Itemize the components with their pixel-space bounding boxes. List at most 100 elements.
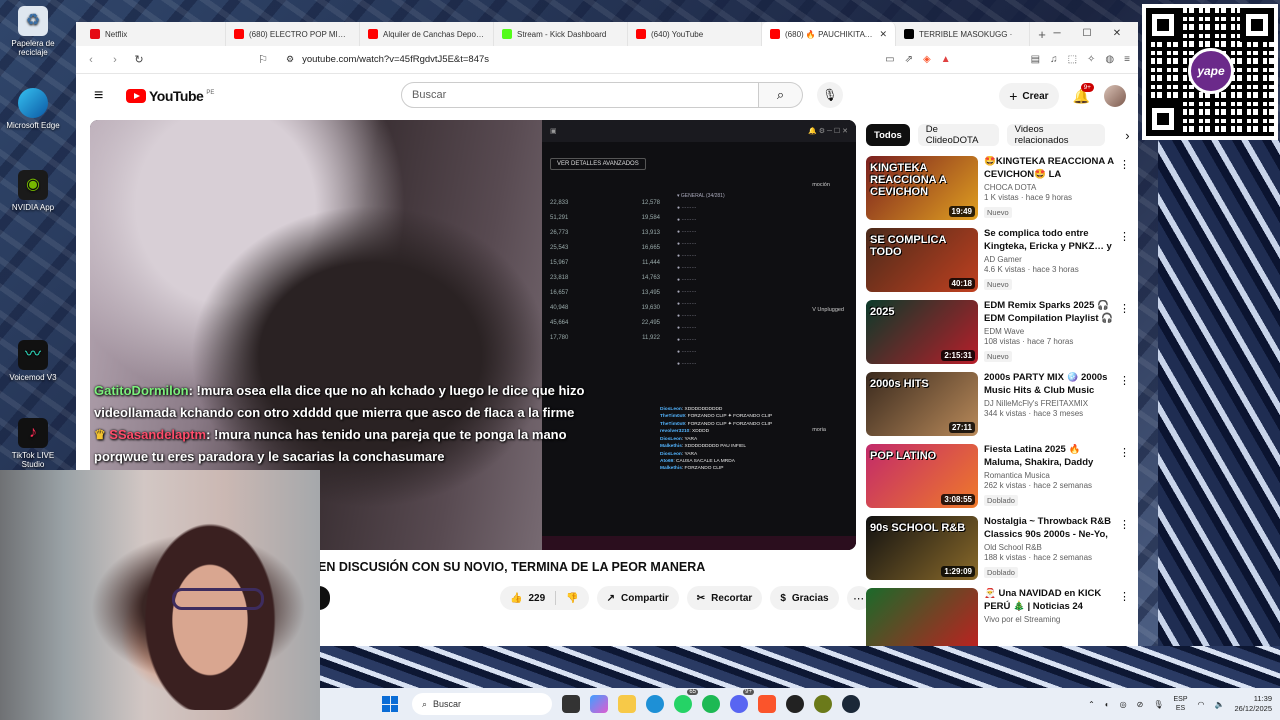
more-vertical-icon[interactable]: ⋮	[1119, 446, 1130, 459]
task-view-icon[interactable]	[562, 695, 580, 713]
desktop-icon-edge[interactable]: Microsoft Edge	[2, 88, 64, 130]
video-thumbnail[interactable]: 90s SCHOOL R&B 1:29:09	[866, 516, 978, 580]
recommendation-title[interactable]: Fiesta Latina 2025 🔥 Maluma, Shakira, Da…	[984, 444, 1118, 469]
chevron-up-icon[interactable]: ⌃	[1088, 700, 1095, 709]
recommendation-item[interactable]: POP LATINO 3:08:55 Fiesta Latina 2025 🔥 Ma…	[866, 444, 1130, 516]
browser-tab-active[interactable]: (680) 🔥 PAUCHIKITA Fl… ✕	[762, 22, 896, 46]
clip-button[interactable]: ✂ Recortar	[686, 586, 763, 610]
close-tab-icon[interactable]: ✕	[879, 29, 887, 40]
recommendation-title[interactable]: Nostalgia ~ Throwback R&B Classics 90s 2…	[984, 516, 1118, 541]
cast-icon[interactable]: ▭	[885, 54, 894, 65]
discord-icon[interactable]: 9+	[730, 689, 754, 713]
video-thumbnail[interactable]: KINGTEKA REACCIONA A CEVICHON 19:49	[866, 156, 978, 220]
back-icon[interactable]: ‹	[84, 54, 98, 66]
like-button[interactable]: 👍 229 👎	[500, 586, 589, 610]
create-button[interactable]: + Crear	[999, 83, 1059, 109]
whatsapp-icon[interactable]: 65	[674, 689, 698, 713]
site-info-icon[interactable]: ⚙	[286, 54, 294, 65]
chip-channel[interactable]: De ClideoDOTA	[917, 124, 999, 146]
rewards-icon[interactable]: ▲	[941, 54, 951, 65]
more-vertical-icon[interactable]: ⋮	[1119, 590, 1130, 603]
recommendation-channel[interactable]: CHOCA DOTA	[984, 183, 1118, 192]
forward-icon[interactable]: ›	[108, 54, 122, 66]
thumbs-down-icon[interactable]: 👎	[566, 593, 578, 604]
voice-search-button[interactable]: 🎙	[817, 82, 843, 108]
chevron-right-icon[interactable]: ›	[1117, 128, 1138, 143]
video-thumbnail[interactable]	[866, 588, 978, 646]
reload-icon[interactable]: ↻	[132, 53, 146, 66]
spotify-icon[interactable]	[702, 695, 720, 713]
close-window-icon[interactable]: ✕	[1102, 22, 1132, 46]
browser-tab[interactable]: TERRIBLE MASOKUGG ·	[896, 22, 1030, 46]
share-icon[interactable]: ⇗	[905, 54, 913, 65]
chip-related[interactable]: Videos relacionados	[1006, 124, 1105, 146]
vpn-icon[interactable]: ◍	[1105, 54, 1114, 65]
minimize-icon[interactable]: ─	[1042, 22, 1072, 46]
recommendation-channel[interactable]: Romantica Musica	[984, 471, 1118, 480]
browser-tab[interactable]: Netflix	[76, 22, 226, 46]
browser-tab[interactable]: (680) ELECTRO POP MIX 200…	[226, 22, 360, 46]
language-indicator[interactable]: ESP ES	[1173, 695, 1187, 713]
youtube-logo[interactable]: YouTube PE	[126, 88, 214, 104]
recommendation-item[interactable]: 2025 2:15:31 EDM Remix Sparks 2025 🎧 EDM C…	[866, 300, 1130, 372]
microphone-tray-icon[interactable]: 🎙	[1153, 700, 1163, 709]
recommendation-item[interactable]: KINGTEKA REACCIONA A CEVICHON 19:49 🤩KINGT…	[866, 156, 1130, 228]
thanks-button[interactable]: $ Gracias	[770, 586, 839, 610]
share-button[interactable]: ↗ Compartir	[596, 586, 679, 610]
clock[interactable]: 11:39 26/12/2025	[1234, 694, 1272, 714]
recommendation-channel[interactable]: DJ NilleMcFly's FREITAXMIX	[984, 399, 1118, 408]
recommendation-channel[interactable]: EDM Wave	[984, 327, 1118, 336]
recommendation-item[interactable]: 90s SCHOOL R&B 1:29:09 Nostalgia ~ Throwba…	[866, 516, 1130, 588]
url-field[interactable]: ⚙ youtube.com/watch?v=45fRgdvtJ5E&t=847s	[280, 50, 875, 70]
app-icon[interactable]	[814, 695, 832, 713]
search-button[interactable]: ⌕	[759, 82, 803, 108]
recommendation-channel[interactable]: AD Gamer	[984, 255, 1118, 264]
chip-all[interactable]: Todos	[866, 124, 910, 146]
video-thumbnail[interactable]: 2025 2:15:31	[866, 300, 978, 364]
desktop-icon-recycle-bin[interactable]: ♻ Papelera de reciclaje	[2, 6, 64, 57]
recommendation-title[interactable]: EDM Remix Sparks 2025 🎧 EDM Compilation …	[984, 300, 1118, 325]
maximize-icon[interactable]: ☐	[1072, 22, 1102, 46]
browser-tab[interactable]: Stream - Kick Dashboard	[494, 22, 628, 46]
edge-taskbar-icon[interactable]	[646, 695, 664, 713]
recommendation-title[interactable]: 🤩KINGTEKA REACCIONA A CEVICHON🤩 LA DECAD…	[984, 156, 1118, 181]
more-vertical-icon[interactable]: ⋮	[1119, 518, 1130, 531]
hamburger-menu-icon[interactable]: ≡	[94, 87, 116, 105]
more-vertical-icon[interactable]: ⋮	[1119, 158, 1130, 171]
steam-icon[interactable]	[842, 695, 860, 713]
search-input[interactable]: Buscar	[401, 82, 759, 108]
copilot-icon[interactable]	[590, 695, 608, 713]
desktop-icon-tiktok[interactable]: ♪ TikTok LIVE Studio	[2, 418, 64, 469]
notifications-button[interactable]: 🔔 9+	[1073, 82, 1094, 105]
avatar[interactable]	[1104, 85, 1126, 107]
video-thumbnail[interactable]: 2000s HITS 27:11	[866, 372, 978, 436]
desktop-icon-nvidia[interactable]: ◉ NVIDIA App	[2, 170, 64, 212]
tray-app-icon[interactable]: ⊘	[1137, 700, 1144, 709]
brave-icon[interactable]	[758, 695, 776, 713]
recommendation-title[interactable]: 🎅 Una NAVIDAD en KICK PERÚ 🎄 | Noticias …	[984, 588, 1118, 613]
media-icon[interactable]: ♫	[1050, 54, 1058, 65]
recommendation-title[interactable]: 2000s PARTY MIX 🪩 2000s Music Hits & Clu…	[984, 372, 1118, 397]
recommendation-channel[interactable]: Vivo por el Streaming	[984, 615, 1118, 624]
recommendation-item[interactable]: SE COMPLICA TODO 40:18 Se complica todo en…	[866, 228, 1130, 300]
brave-shield-icon[interactable]: ◈	[923, 54, 931, 65]
video-thumbnail[interactable]: SE COMPLICA TODO 40:18	[866, 228, 978, 292]
volume-icon[interactable]: 🔈	[1214, 700, 1224, 709]
desktop-icon-voicemod[interactable]: 〰 Voicemod V3	[2, 340, 64, 382]
extensions-icon[interactable]: ⬚	[1068, 54, 1077, 65]
more-vertical-icon[interactable]: ⋮	[1119, 302, 1130, 315]
video-thumbnail[interactable]: POP LATINO 3:08:55	[866, 444, 978, 508]
tray-app-icon[interactable]: ◐	[1105, 700, 1110, 709]
obs-icon[interactable]	[786, 695, 804, 713]
file-explorer-icon[interactable]	[618, 695, 636, 713]
menu-icon[interactable]: ≡	[1124, 54, 1130, 65]
browser-tab[interactable]: Alquiler de Canchas Deport…	[360, 22, 494, 46]
recommendation-item[interactable]: 2000s HITS 27:11 2000s PARTY MIX 🪩 2000s M…	[866, 372, 1130, 444]
tray-app-icon[interactable]: ◎	[1120, 700, 1127, 709]
recommendation-title[interactable]: Se complica todo entre Kingteka, Ericka …	[984, 228, 1118, 253]
recommendation-item[interactable]: 🎅 Una NAVIDAD en KICK PERÚ 🎄 | Noticias …	[866, 588, 1130, 646]
more-vertical-icon[interactable]: ⋮	[1119, 374, 1130, 387]
more-vertical-icon[interactable]: ⋮	[1119, 230, 1130, 243]
start-button[interactable]	[382, 696, 398, 712]
wifi-icon[interactable]: ◠	[1198, 700, 1205, 709]
